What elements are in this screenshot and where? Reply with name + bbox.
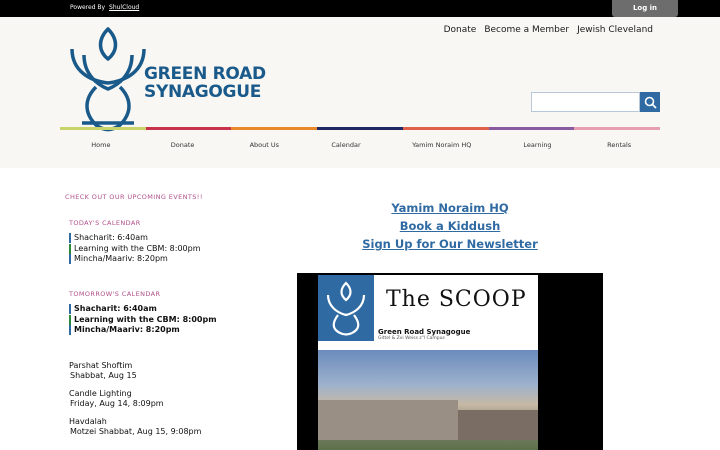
events-sidebar: CHECK OUT OUR UPCOMING EVENTS!! TODAY'S … bbox=[65, 193, 265, 437]
synagogue-logo-icon[interactable] bbox=[68, 27, 148, 137]
nav-rentals[interactable]: Rentals bbox=[578, 135, 660, 149]
newsletter-signup-link[interactable]: Sign Up for Our Newsletter bbox=[300, 235, 600, 253]
nav-donate[interactable]: Donate bbox=[142, 135, 224, 149]
search-input[interactable] bbox=[531, 92, 640, 112]
candle-lighting-title: Candle Lighting bbox=[69, 389, 132, 398]
featured-links: Yamim Noraim HQ Book a Kiddush Sign Up f… bbox=[300, 199, 600, 253]
newsletter-logo-icon bbox=[318, 275, 374, 341]
newsletter-subtitle: Green Road Synagogue bbox=[378, 328, 471, 336]
candle-lighting-date: Friday, Aug 14, 8:09pm bbox=[70, 399, 164, 408]
nav-calendar[interactable]: Calendar bbox=[305, 135, 387, 149]
list-item: Learning with the CBM: 8:00pm bbox=[69, 314, 265, 325]
list-item: Mincha/Maariv: 8:20pm bbox=[69, 325, 265, 335]
logo-text[interactable]: GREEN ROAD SYNAGOGUE bbox=[144, 65, 266, 101]
newsletter-campus: Gittel & Zvi Weiss z"l Campus bbox=[378, 336, 445, 341]
parsha-title: Parshat Shoftim bbox=[69, 361, 133, 370]
color-bar bbox=[60, 127, 661, 130]
become-member-link[interactable]: Become a Member bbox=[484, 25, 569, 35]
parsha-date: Shabbat, Aug 15 bbox=[70, 371, 137, 380]
powered-by-label: Powered By bbox=[70, 4, 106, 11]
tomorrow-calendar-list: Shacharit: 6:40am Learning with the CBM:… bbox=[69, 304, 265, 335]
nav-learning[interactable]: Learning bbox=[497, 135, 579, 149]
donate-link[interactable]: Donate bbox=[444, 25, 477, 35]
nav-home[interactable]: Home bbox=[60, 135, 142, 149]
book-kiddush-link[interactable]: Book a Kiddush bbox=[300, 217, 600, 235]
logo-line2: SYNAGOGUE bbox=[144, 82, 262, 102]
today-calendar-label: TODAY'S CALENDAR bbox=[69, 219, 141, 227]
list-item: Shacharit: 6:40am bbox=[69, 304, 265, 314]
newsletter-card: The SCOOP Green Road Synagogue Gittel & … bbox=[318, 275, 538, 450]
havdalah-date: Motzei Shabbat, Aug 15, 9:08pm bbox=[70, 427, 202, 436]
shulcloud-link[interactable]: ShulCloud bbox=[109, 4, 139, 11]
list-item: Mincha/Maariv: 8:20pm bbox=[69, 254, 265, 264]
yamim-noraim-link[interactable]: Yamim Noraim HQ bbox=[300, 199, 600, 217]
newsletter-banner[interactable]: The SCOOP Green Road Synagogue Gittel & … bbox=[297, 273, 603, 450]
havdalah-title: Havdalah bbox=[69, 417, 107, 426]
nav-yamim-noraim[interactable]: Yamim Noraim HQ bbox=[387, 135, 497, 149]
events-heading: CHECK OUT OUR UPCOMING EVENTS!! bbox=[65, 193, 203, 201]
list-item: Shacharit: 6:40am bbox=[69, 233, 265, 243]
header-links: Donate Become a Member Jewish Cleveland bbox=[444, 25, 653, 35]
building-shape bbox=[458, 410, 538, 440]
search-button[interactable] bbox=[640, 92, 660, 112]
list-item: Learning with the CBM: 8:00pm bbox=[69, 243, 265, 254]
search-icon bbox=[644, 96, 657, 109]
tomorrow-calendar-label: TOMORROW'S CALENDAR bbox=[69, 290, 161, 298]
today-calendar-list: Shacharit: 6:40am Learning with the CBM:… bbox=[69, 233, 265, 264]
top-bar: Powered By ShulCloud Log in bbox=[0, 0, 720, 17]
main-nav: Home Donate About Us Calendar Yamim Nora… bbox=[60, 135, 660, 149]
nav-about-us[interactable]: About Us bbox=[223, 135, 305, 149]
logo-line1: GREEN ROAD bbox=[144, 64, 266, 84]
jewish-cleveland-link[interactable]: Jewish Cleveland bbox=[577, 25, 653, 35]
login-button[interactable]: Log in bbox=[612, 0, 678, 17]
site-header: Donate Become a Member Jewish Cleveland … bbox=[0, 17, 720, 168]
newsletter-title: The SCOOP bbox=[386, 287, 527, 312]
building-shape bbox=[318, 400, 458, 440]
powered-by: Powered By ShulCloud bbox=[70, 4, 139, 11]
